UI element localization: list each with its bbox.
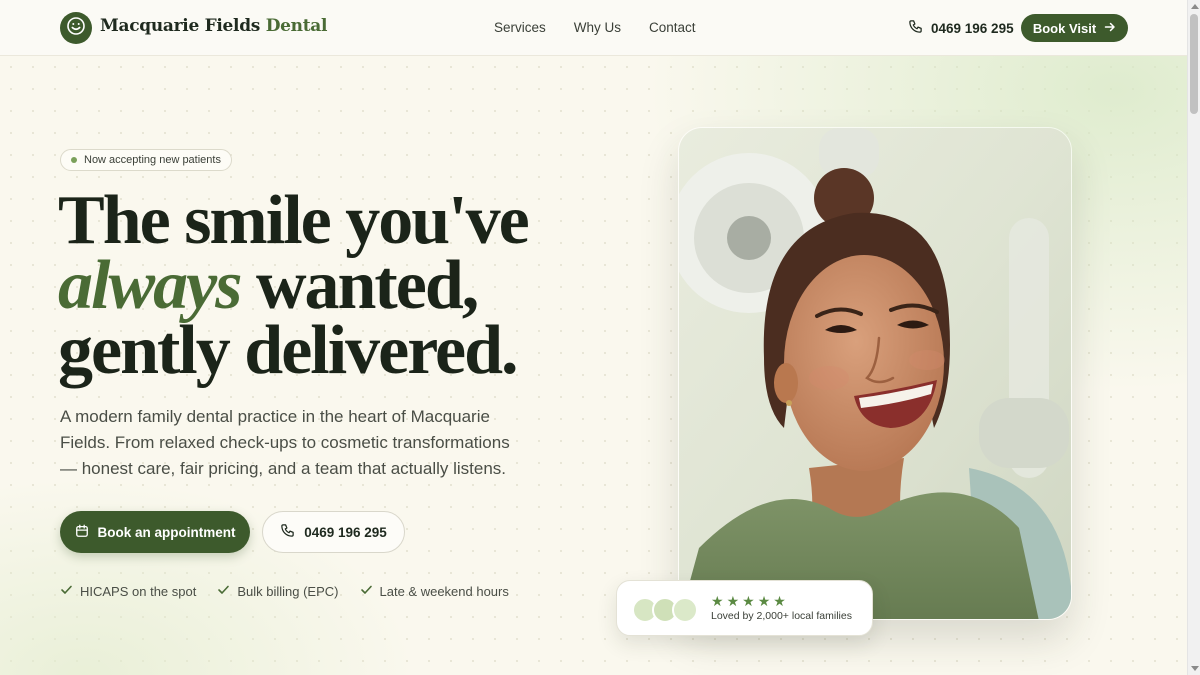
call-phone-button[interactable]: 0469 196 295	[262, 511, 405, 553]
logo-mark[interactable]	[60, 12, 92, 44]
star-icon: ★	[742, 594, 755, 610]
scrollbar-thumb[interactable]	[1190, 14, 1198, 114]
phone-icon	[280, 523, 295, 541]
nav-link-services[interactable]: Services	[494, 20, 546, 35]
star-icon: ★	[757, 594, 771, 610]
check-icon	[217, 583, 230, 599]
check-item: Late & weekend hours	[360, 583, 509, 599]
header-phone-link[interactable]: 0469 196 295	[908, 19, 1014, 37]
status-dot-icon	[71, 157, 77, 163]
header-phone-number: 0469 196 295	[931, 20, 1014, 36]
site-header: Macquarie Fields Dental Services Why Us …	[0, 0, 1187, 56]
hero-description: A modern family dental practice in the h…	[60, 407, 510, 478]
calendar-icon	[75, 524, 89, 541]
badge-label: Now accepting new patients	[84, 154, 221, 166]
headline-line-3: gently delivered.	[58, 312, 519, 389]
brand-name-accent: Dental	[265, 16, 328, 36]
book-visit-button[interactable]: Book Visit	[1021, 14, 1128, 42]
star-icon: ★	[711, 594, 724, 610]
feature-checklist: HICAPS on the spot Bulk billing (EPC) La…	[60, 583, 509, 599]
arrow-right-icon	[1104, 21, 1116, 36]
check-icon	[60, 583, 73, 599]
avatar-group	[632, 597, 702, 623]
hero-headline: The smile you've always wanted, gently d…	[58, 186, 530, 386]
nav-link-why-us[interactable]: Why Us	[574, 20, 621, 35]
check-label: HICAPS on the spot	[80, 583, 197, 599]
book-appointment-button[interactable]: Book an appointment	[60, 511, 250, 553]
hero-glow-bottom	[0, 475, 420, 675]
phone-icon	[908, 19, 923, 37]
star-icon: ★	[726, 594, 740, 610]
book-visit-label: Book Visit	[1032, 20, 1097, 36]
nav-link-contact[interactable]: Contact	[649, 20, 696, 35]
check-label: Bulk billing (EPC)	[237, 583, 339, 599]
new-patients-badge: Now accepting new patients	[60, 149, 232, 171]
review-text: Loved by 2,000+ local families	[711, 610, 852, 622]
page-scrollbar[interactable]	[1187, 0, 1200, 675]
check-icon	[360, 583, 373, 599]
brand-name[interactable]: Macquarie Fields Dental	[100, 16, 327, 36]
review-card: ★ ★ ★ ★ ★ Loved by 2,000+ local families	[616, 580, 873, 636]
smiling-patient-image	[679, 128, 1071, 619]
scroll-down-icon[interactable]	[1191, 666, 1199, 671]
call-phone-label: 0469 196 295	[304, 524, 387, 540]
book-appointment-label: Book an appointment	[97, 524, 236, 540]
smile-icon	[66, 16, 86, 40]
check-item: HICAPS on the spot	[60, 583, 196, 599]
brand-name-main: Macquarie Fields	[100, 16, 261, 36]
scroll-up-icon[interactable]	[1191, 4, 1199, 9]
hero-photo	[678, 127, 1072, 620]
check-item: Bulk billing (EPC)	[217, 583, 339, 599]
star-icon: ★	[773, 594, 786, 610]
star-rating: ★ ★ ★ ★ ★	[711, 595, 786, 609]
avatar	[672, 597, 698, 623]
main-nav: Services Why Us Contact	[494, 20, 696, 35]
check-label: Late & weekend hours	[379, 583, 509, 599]
